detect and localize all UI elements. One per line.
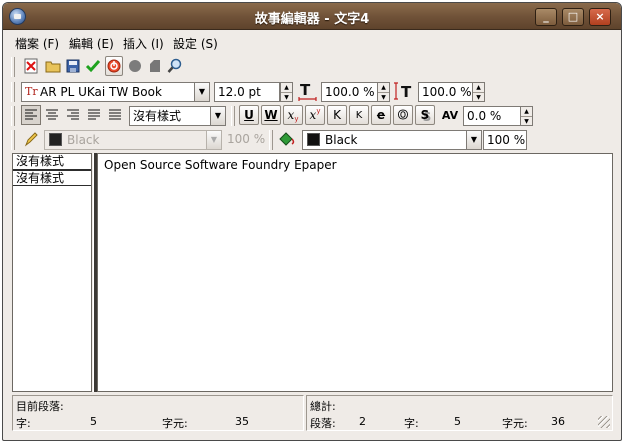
align-justify-icon[interactable]: [84, 105, 104, 125]
outline-button[interactable]: O: [393, 105, 413, 125]
stroke-color-swatch: [49, 133, 62, 146]
maximize-button[interactable]: □: [562, 8, 584, 26]
total-words-label: 字:: [404, 417, 419, 430]
document-text[interactable]: Open Source Software Foundry Epaper: [104, 158, 337, 172]
strikethrough-button[interactable]: e: [371, 105, 391, 125]
list-item[interactable]: 沒有樣式: [13, 170, 91, 186]
chevron-down-icon[interactable]: ▼: [206, 130, 222, 150]
toolbar-grip[interactable]: [269, 130, 273, 150]
kerning-icon: AV: [441, 108, 459, 122]
fill-bucket-icon: [277, 129, 297, 149]
align-left-icon[interactable]: [21, 105, 41, 125]
totals-panel: 總計: 段落: 2 字: 5 字元: 36: [306, 395, 613, 431]
subscript-button[interactable]: xy: [283, 105, 303, 125]
total-paragraphs-label: 段落:: [310, 417, 336, 430]
check-icon[interactable]: [83, 56, 103, 76]
stroke-color-combo[interactable]: Black: [44, 130, 222, 150]
underline-button[interactable]: U: [239, 105, 259, 125]
file-toolbar: [11, 55, 211, 79]
tracking-field[interactable]: 0.0 %: [463, 106, 521, 126]
fill-color-swatch: [307, 133, 320, 146]
text-editor[interactable]: Open Source Software Foundry Epaper: [97, 153, 613, 392]
stroke-shade-field[interactable]: 100 %: [224, 130, 268, 150]
fill-shade-field[interactable]: 100 %: [483, 130, 527, 150]
totals-label: 總計:: [310, 400, 336, 413]
align-center-icon[interactable]: [42, 105, 62, 125]
menu-settings[interactable]: 設定 (S): [173, 35, 218, 52]
menu-bar: 檔案 (F) 編輯 (E) 插入 (I) 設定 (S): [3, 31, 621, 53]
window-title: 故事編輯器 - 文字4: [254, 12, 370, 27]
text-height-icon: T: [392, 81, 418, 101]
height-scale-spinner[interactable]: ▲ ▼: [472, 82, 485, 102]
chevron-down-icon[interactable]: ▼: [466, 130, 482, 150]
toolbar-grip[interactable]: [11, 57, 15, 77]
stop-icon[interactable]: [105, 56, 123, 76]
fill-color-combo[interactable]: Black: [302, 130, 474, 150]
total-paragraphs-value: 2: [359, 415, 366, 428]
pen-icon: [21, 129, 41, 149]
chevron-down-icon[interactable]: ▼: [194, 82, 210, 102]
underline-words-button[interactable]: W: [261, 105, 281, 125]
toolbar-grip[interactable]: [11, 106, 15, 126]
current-words-value: 5: [90, 415, 97, 428]
story-editor-window: 故事編輯器 - 文字4 _ □ × 檔案 (F) 編輯 (E) 插入 (I) 設…: [2, 2, 622, 441]
toolbar-grip[interactable]: [231, 106, 235, 126]
open-folder-icon[interactable]: [43, 56, 63, 76]
save-icon[interactable]: [63, 56, 83, 76]
zoom-icon[interactable]: [165, 56, 185, 76]
menu-file[interactable]: 檔案 (F): [15, 35, 59, 52]
shadow-button[interactable]: S: [415, 105, 435, 125]
paragraph-style-list[interactable]: 沒有樣式 沒有樣式: [12, 153, 92, 392]
paragraph-style-combo[interactable]: 沒有樣式: [129, 106, 217, 126]
tracking-spinner[interactable]: ▲ ▼: [520, 106, 533, 126]
menu-edit[interactable]: 編輯 (E): [69, 35, 114, 52]
toolbar-grip[interactable]: [11, 82, 15, 102]
current-words-label: 字:: [16, 417, 31, 430]
text-width-icon: T: [296, 81, 320, 101]
current-paragraph-label: 目前段落:: [16, 400, 64, 413]
font-size-field[interactable]: 12.0 pt: [214, 82, 280, 102]
small-caps-button[interactable]: K: [349, 105, 369, 125]
color-toolbar: Black ▼ 100 % Black ▼ 100 %: [11, 128, 531, 152]
svg-text:T: T: [300, 81, 311, 99]
list-item[interactable]: 沒有樣式: [13, 154, 91, 170]
format-toolbar: 沒有樣式 ▼ U W xy xy K K e O S AV 0.0 % ▲ ▼: [11, 104, 611, 128]
resize-grip[interactable]: [598, 416, 610, 428]
current-chars-label: 字元:: [162, 417, 188, 430]
minimize-button[interactable]: _: [535, 8, 557, 26]
title-bar[interactable]: 故事編輯器 - 文字4 _ □ ×: [3, 3, 621, 30]
chevron-down-icon[interactable]: ▼: [210, 106, 226, 126]
all-caps-button[interactable]: K: [327, 105, 347, 125]
circle-icon[interactable]: [125, 56, 145, 76]
menu-insert[interactable]: 插入 (I): [123, 35, 164, 52]
width-scale-spinner[interactable]: ▲ ▼: [377, 82, 390, 102]
current-paragraph-panel: 目前段落: 字: 5 字元: 35: [12, 395, 304, 431]
superscript-button[interactable]: xy: [305, 105, 325, 125]
shape-icon[interactable]: [145, 56, 165, 76]
total-chars-value: 36: [551, 415, 565, 428]
font-size-spinner[interactable]: ▲ ▼: [280, 82, 293, 102]
status-bar: 目前段落: 字: 5 字元: 35 總計: 段落: 2 字: 5 字元: 36: [12, 395, 613, 431]
height-scale-field[interactable]: 100.0 %: [418, 82, 473, 102]
width-scale-field[interactable]: 100.0 %: [321, 82, 378, 102]
svg-text:T: T: [401, 83, 412, 101]
align-force-justify-icon[interactable]: [105, 105, 125, 125]
clear-document-icon[interactable]: [21, 56, 41, 76]
total-words-value: 5: [454, 415, 461, 428]
close-button[interactable]: ×: [589, 8, 611, 26]
truetype-icon: Tr: [25, 85, 38, 98]
font-family-value: AR PL UKai TW Book: [40, 85, 162, 99]
align-right-icon[interactable]: [63, 105, 83, 125]
toolbar-grip[interactable]: [11, 130, 15, 150]
total-chars-label: 字元:: [502, 417, 528, 430]
font-toolbar: Tr AR PL UKai TW Book ▼ 12.0 pt ▲ ▼ T 100…: [11, 80, 491, 104]
current-chars-value: 35: [235, 415, 249, 428]
font-family-combo[interactable]: Tr AR PL UKai TW Book: [21, 82, 203, 102]
